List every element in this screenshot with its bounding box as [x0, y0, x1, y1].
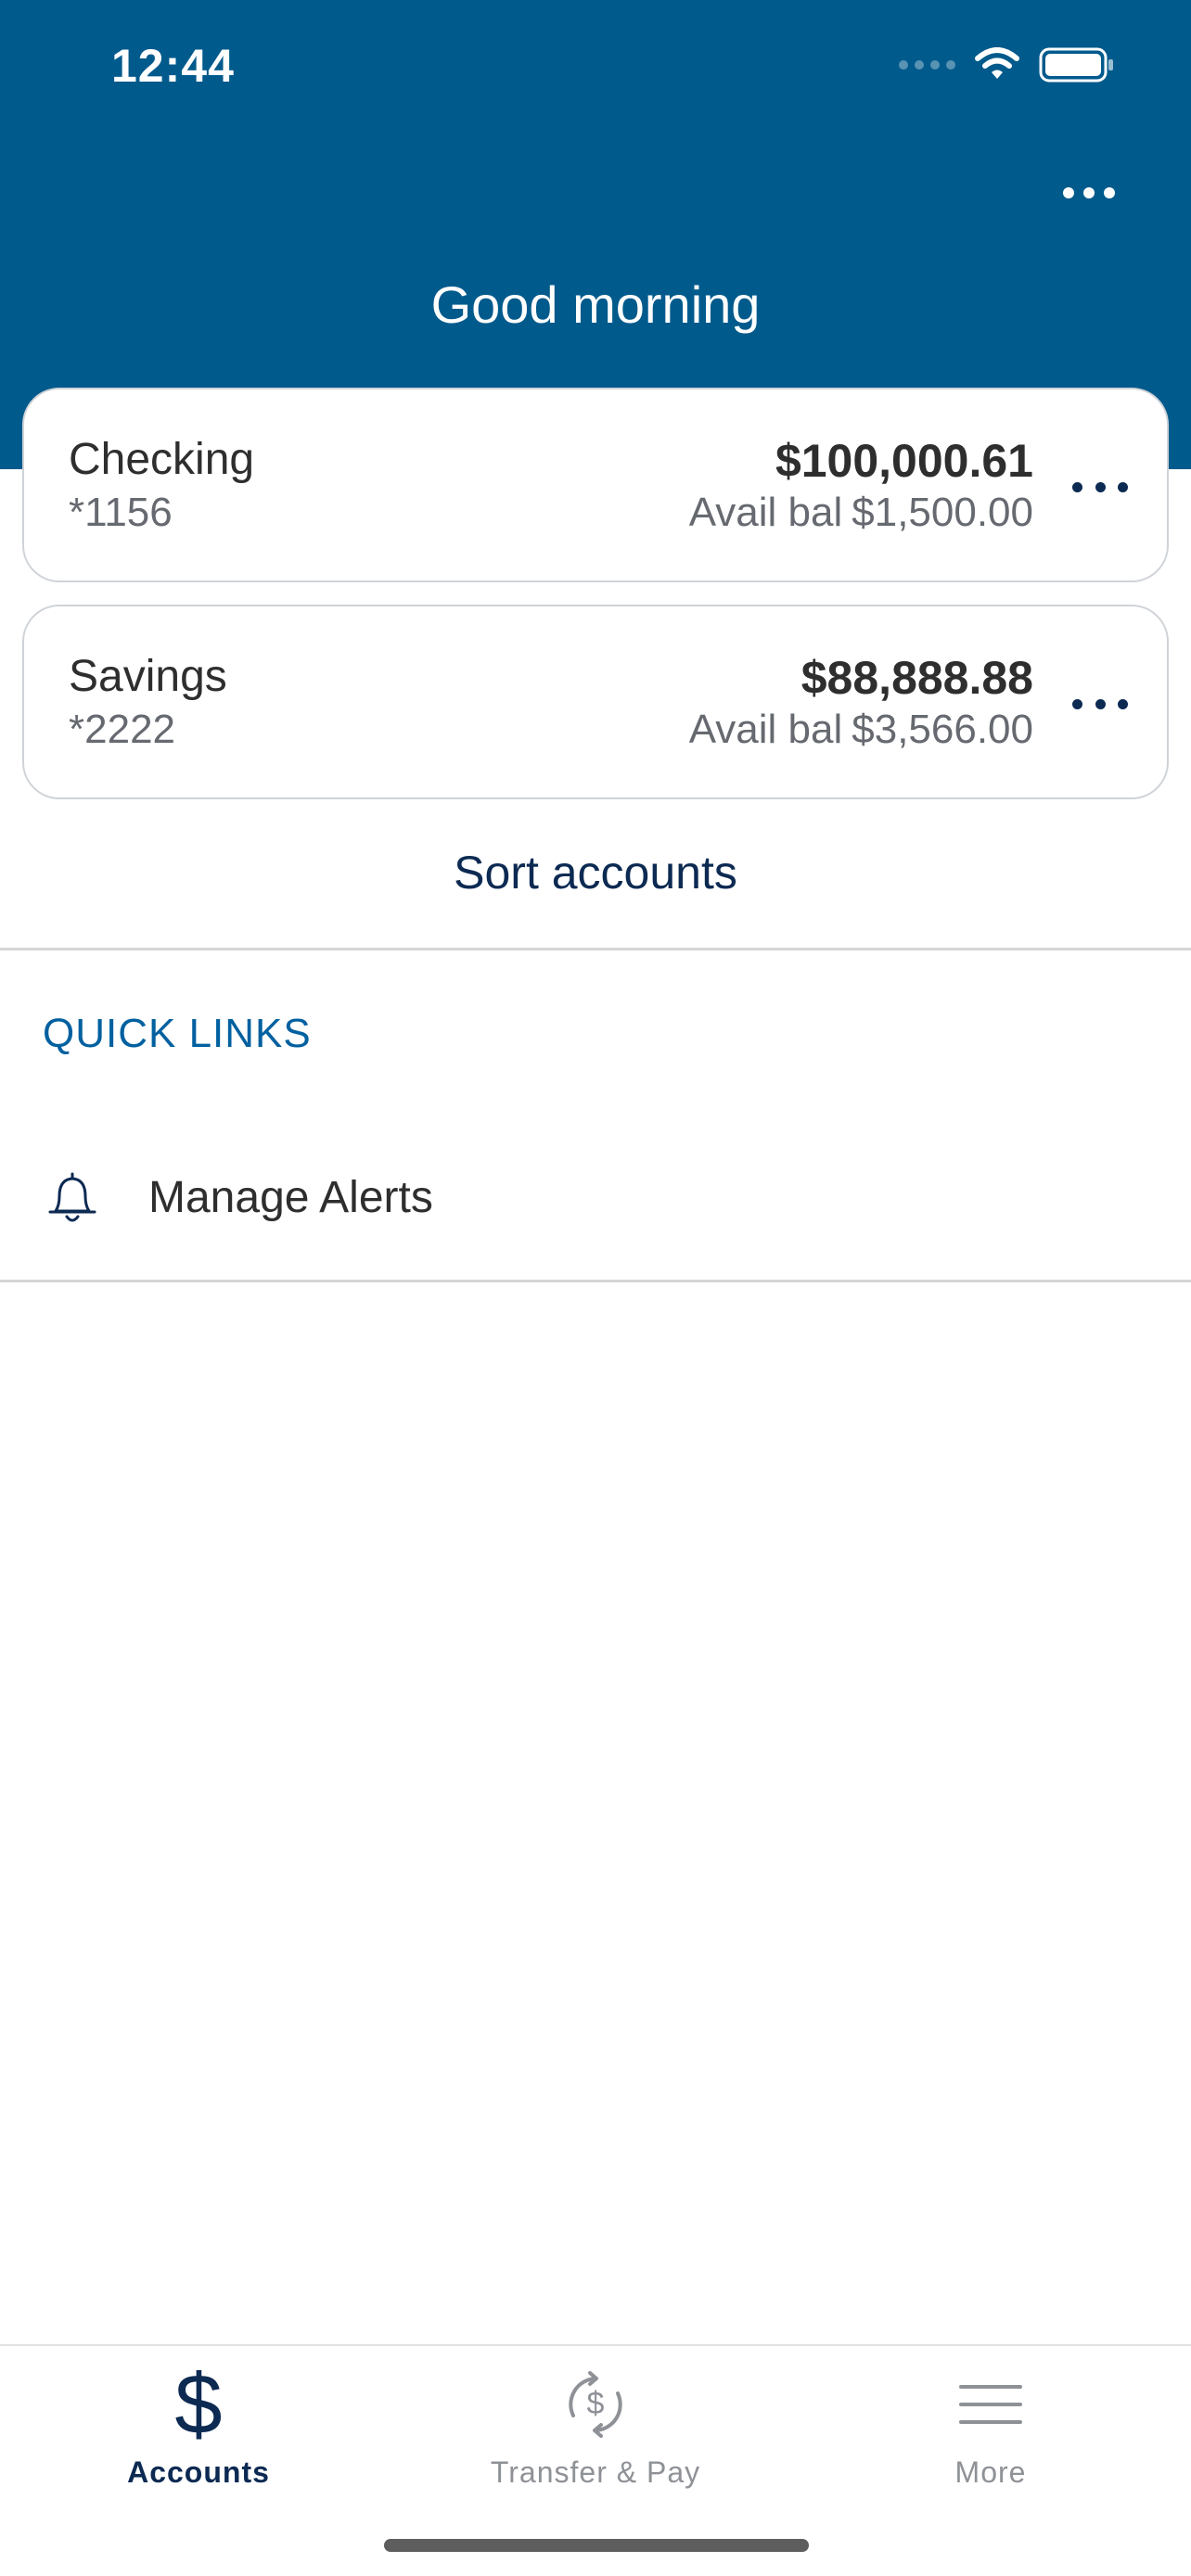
- hamburger-menu-icon: [957, 2363, 1024, 2446]
- account-card-checking[interactable]: Checking *1156 $100,000.61 Avail bal $1,5…: [22, 388, 1169, 582]
- status-icons: [899, 46, 1115, 83]
- account-card-savings[interactable]: Savings *2222 $88,888.88 Avail bal $3,566…: [22, 605, 1169, 799]
- available-balance-label: Avail bal: [688, 490, 843, 535]
- tab-accounts[interactable]: $ Accounts: [32, 2357, 365, 2511]
- cellular-signal-icon: [899, 60, 955, 70]
- tab-transfer-pay[interactable]: $ Transfer & Pay: [429, 2363, 762, 2511]
- tab-more[interactable]: More: [824, 2363, 1158, 2511]
- status-time: 12:44: [111, 40, 235, 92]
- manage-alerts-label: Manage Alerts: [148, 1173, 433, 1222]
- account-options-icon[interactable]: [1072, 690, 1128, 718]
- account-number-mask: *2222: [69, 707, 176, 752]
- available-balance: Avail bal $1,500.00: [689, 490, 1033, 536]
- divider: [0, 948, 1191, 950]
- available-balance: Avail bal $3,566.00: [689, 707, 1033, 753]
- home-indicator: [384, 2539, 809, 2552]
- svg-text:$: $: [587, 2386, 605, 2421]
- app-screen: 12:44 Good morning Checking *1156 $100,0…: [0, 0, 1191, 2576]
- battery-icon: [1039, 47, 1113, 83]
- bell-icon: [48, 1172, 96, 1222]
- divider: [0, 1280, 1191, 1282]
- greeting-title: Good morning: [430, 275, 761, 334]
- header-more-menu-icon[interactable]: [1052, 172, 1126, 213]
- account-number-mask: *1156: [69, 490, 173, 535]
- available-balance-label: Avail bal: [688, 707, 843, 752]
- account-name: Savings: [69, 652, 227, 701]
- account-balance: $100,000.61: [775, 435, 1033, 487]
- tab-label: More: [954, 2455, 1027, 2489]
- dollar-icon: $: [174, 2357, 223, 2452]
- available-balance-amount: $3,566.00: [852, 707, 1033, 752]
- account-name: Checking: [69, 435, 255, 484]
- account-options-icon[interactable]: [1072, 473, 1128, 501]
- tab-label: Transfer & Pay: [490, 2455, 701, 2489]
- sort-accounts-button[interactable]: Sort accounts: [0, 846, 1191, 899]
- tab-label: Accounts: [127, 2455, 270, 2489]
- wifi-icon: [975, 47, 1019, 79]
- available-balance-amount: $1,500.00: [852, 490, 1033, 535]
- transfer-pay-icon: $: [558, 2363, 633, 2446]
- quick-link-manage-alerts[interactable]: Manage Alerts: [0, 1141, 1191, 1261]
- quick-links-title: QUICK LINKS: [43, 1011, 312, 1056]
- account-balance: $88,888.88: [800, 652, 1033, 704]
